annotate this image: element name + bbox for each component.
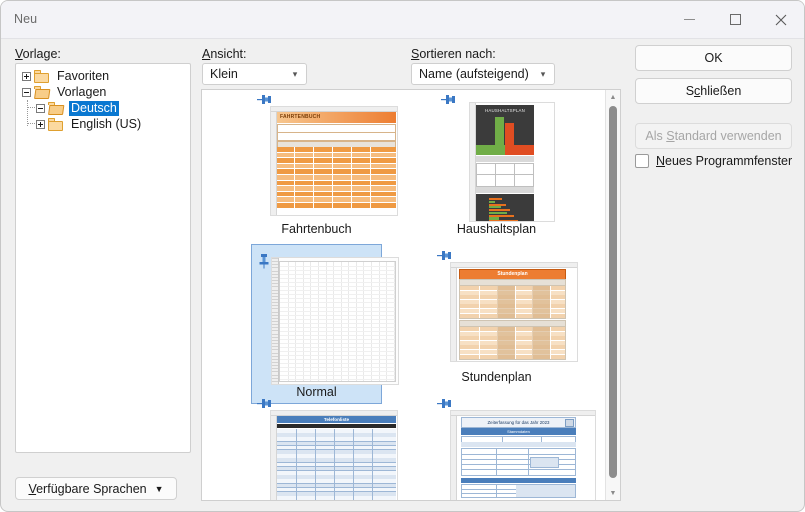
pin-icon[interactable]	[437, 250, 451, 264]
tree-item-english-us[interactable]: English (US)	[16, 116, 190, 132]
set-default-button[interactable]: Als Standard verwenden	[635, 123, 792, 149]
window-title: Neu	[14, 12, 38, 26]
new-program-window-checkbox-row[interactable]: Neues Programmfenster	[635, 154, 792, 168]
template-thumbnail: Stundenplan	[450, 262, 578, 362]
template-list-scrollbar[interactable]: ▲ ▼	[605, 90, 620, 500]
tree-item-label: Favoriten	[57, 68, 110, 83]
template-folder-tree[interactable]: Favoriten Vorlagen Deutsch English (US)	[15, 63, 191, 453]
ok-button[interactable]: OK	[635, 45, 792, 71]
view-size-value: Klein	[210, 67, 238, 81]
ok-button-label: OK	[704, 51, 723, 65]
template-tile-zeiterfassung[interactable]: Zeiterfassung für das Jahr 2023 Stammdate…	[431, 396, 596, 500]
template-thumbnail: Telefonliste	[270, 410, 398, 500]
template-thumbnail: Zeiterfassung für das Jahr 2023 Stammdate…	[450, 410, 596, 500]
scroll-down-button[interactable]: ▼	[606, 486, 620, 500]
template-tile-normal[interactable]: Normal	[251, 244, 399, 404]
pin-icon[interactable]	[437, 398, 451, 412]
pin-icon-pinned[interactable]	[257, 253, 271, 269]
tree-item-label: Deutsch	[69, 100, 119, 116]
view-size-combo[interactable]: Klein ▾	[202, 63, 307, 85]
template-list-panel[interactable]: FAHRTENBUCH Fahrtenbuch HAUSHALTSPLAN Haush…	[201, 89, 621, 501]
scroll-down-arrow-icon: ▼	[609, 489, 617, 497]
minimize-icon	[683, 19, 695, 20]
available-languages-label: Verfügbare Sprachen	[28, 481, 147, 496]
template-tile-haushaltsplan[interactable]: HAUSHALTSPLAN Haushaltsplan	[431, 92, 562, 242]
new-document-dialog: Neu Vorlage: Ansicht: Sortieren nach: Fa…	[0, 0, 805, 512]
template-thumbnail: HAUSHALTSPLAN	[469, 102, 555, 222]
tree-guide-line	[27, 123, 35, 125]
close-dialog-button[interactable]: Schließen	[635, 78, 792, 104]
expand-icon[interactable]	[22, 71, 31, 81]
minimize-button[interactable]	[666, 1, 712, 38]
set-default-button-label: Als Standard verwenden	[645, 129, 782, 143]
new-program-window-checkbox[interactable]	[635, 154, 649, 168]
template-tile-fahrtenbuch[interactable]: FAHRTENBUCH Fahrtenbuch	[251, 92, 398, 242]
scroll-up-arrow-icon: ▲	[609, 93, 617, 101]
sort-by-combo[interactable]: Name (aufsteigend) ▾	[411, 63, 555, 85]
collapse-icon[interactable]	[36, 103, 45, 113]
chevron-down-icon: ▾	[292, 68, 298, 79]
template-grid: FAHRTENBUCH Fahrtenbuch HAUSHALTSPLAN Haush…	[202, 90, 602, 500]
tree-guide-line	[27, 107, 35, 109]
pin-icon[interactable]	[441, 94, 455, 108]
template-name-label: Haushaltsplan	[456, 222, 537, 236]
collapse-icon[interactable]	[22, 87, 31, 97]
template-name-label: Stundenplan	[461, 370, 532, 384]
tree-item-favoriten[interactable]: Favoriten	[16, 68, 190, 84]
template-tile-telefonliste[interactable]: TelefonlisteTelefonliste	[251, 396, 398, 500]
scroll-up-button[interactable]: ▲	[606, 90, 620, 104]
ansicht-label: Ansicht:	[202, 47, 247, 61]
folder-icon	[34, 69, 50, 83]
tree-item-deutsch[interactable]: Deutsch	[16, 100, 190, 116]
new-program-window-label: Neues Programmfenster	[656, 154, 793, 168]
template-thumbnail	[271, 257, 399, 385]
tree-item-label: Vorlagen	[57, 84, 107, 99]
close-icon	[775, 14, 787, 25]
folder-icon	[48, 117, 64, 131]
tree-item-label: English (US)	[71, 116, 142, 131]
sort-by-value: Name (aufsteigend)	[419, 67, 529, 81]
close-button[interactable]	[758, 1, 804, 38]
scrollbar-thumb[interactable]	[609, 106, 617, 478]
template-tile-stundenplan[interactable]: Stundenplan Stundenplan	[431, 248, 578, 390]
tree-item-vorlagen[interactable]: Vorlagen	[16, 84, 190, 100]
template-thumbnail: FAHRTENBUCH	[270, 106, 398, 216]
pin-icon[interactable]	[257, 94, 271, 108]
title-bar: Neu	[1, 1, 804, 39]
window-controls	[666, 1, 804, 38]
close-button-label: Schließen	[685, 84, 742, 98]
sortieren-label: Sortieren nach:	[411, 47, 496, 61]
maximize-icon	[729, 14, 741, 25]
expand-icon[interactable]	[36, 119, 45, 129]
vorlage-label: Vorlage:	[15, 47, 61, 61]
chevron-down-icon: ▾	[540, 68, 546, 79]
caret-down-icon: ▼	[154, 483, 164, 494]
template-name-label: Fahrtenbuch	[281, 222, 352, 236]
pin-icon[interactable]	[257, 398, 271, 412]
folder-icon	[34, 85, 51, 99]
maximize-button[interactable]	[712, 1, 758, 38]
folder-icon	[48, 101, 65, 115]
available-languages-button[interactable]: Verfügbare Sprachen ▼	[15, 477, 177, 500]
